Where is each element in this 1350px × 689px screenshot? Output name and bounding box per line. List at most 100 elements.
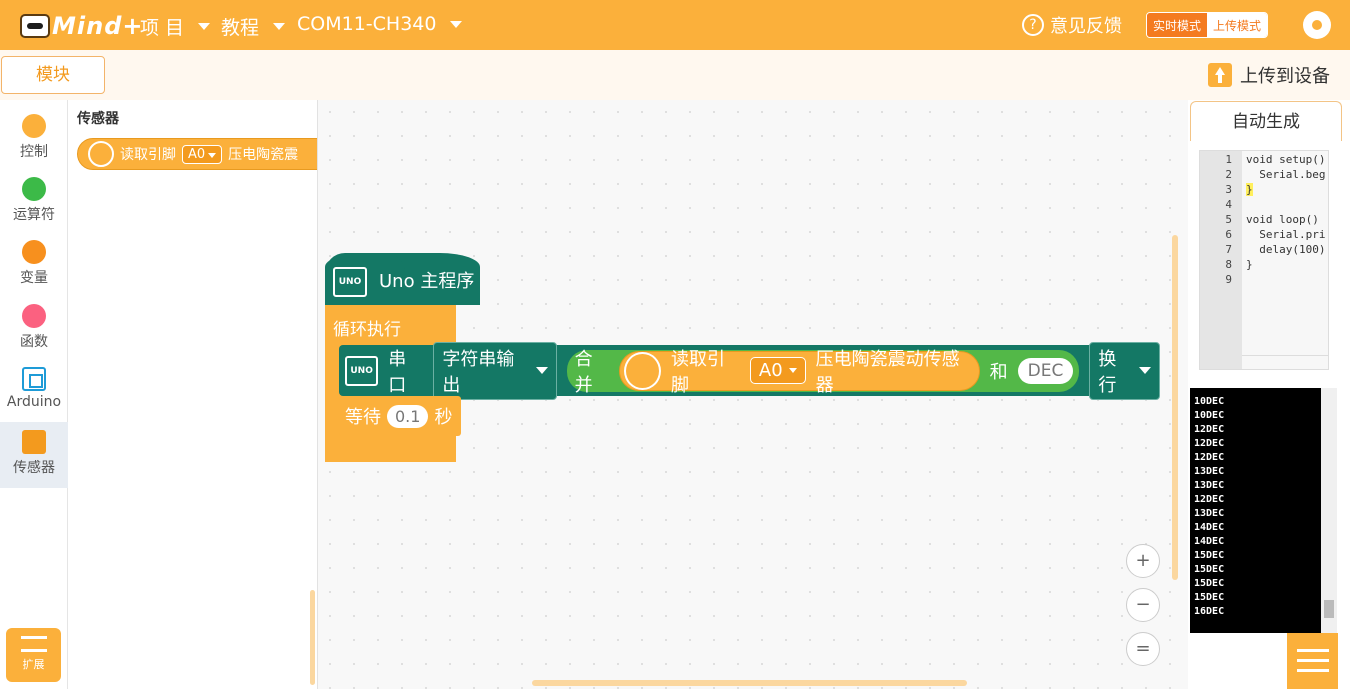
serial-mode-dropdown[interactable]: 字符串输出 — [433, 341, 557, 400]
chevron-down-icon — [788, 368, 797, 373]
console-line: 15DEC — [1194, 564, 1225, 575]
console-line: 13DEC — [1194, 480, 1225, 491]
newline-value: 换行 — [1098, 348, 1117, 396]
merge-block[interactable]: 合并 读取引脚 A0 压电陶瓷震动传感器 和 DEC — [566, 349, 1080, 396]
flyout-title: 传感器 — [77, 111, 119, 127]
console-scroll-thumb[interactable] — [1324, 600, 1334, 618]
category-variables[interactable]: 变量 — [0, 230, 68, 292]
uno-main-program-block[interactable]: UNO Uno 主程序 — [325, 253, 480, 305]
gear-icon[interactable] — [1303, 11, 1331, 39]
tab-blocks[interactable]: 模块 — [1, 56, 105, 94]
console-line: 12DEC — [1194, 438, 1225, 449]
menu-project-label: 项 目 — [140, 17, 185, 39]
line-number: 2 — [1225, 168, 1232, 181]
wait-block[interactable]: 等待 0.1 秒 — [339, 396, 461, 436]
newline-dropdown[interactable]: 换行 — [1089, 341, 1160, 400]
code-text: } — [1246, 183, 1253, 196]
console-scrollbar[interactable] — [1321, 388, 1337, 633]
code-text: Serial.beg — [1246, 168, 1326, 181]
menu-bar — [1297, 649, 1329, 652]
mode-realtime-button[interactable]: 实时模式 — [1147, 13, 1208, 37]
zoom-out-button[interactable]: − — [1126, 588, 1160, 622]
console-line: 16DEC — [1194, 606, 1225, 617]
chevron-down-icon — [450, 20, 463, 28]
loop-label: 循环执行 — [333, 320, 401, 340]
feedback-button[interactable]: ? 意见反馈 — [1022, 12, 1122, 38]
line-number: 5 — [1225, 213, 1232, 226]
wait-seconds-input[interactable]: 0.1 — [387, 404, 429, 428]
workspace-vertical-scrollbar[interactable] — [1172, 235, 1178, 580]
line-number: 3 — [1225, 183, 1232, 196]
question-icon: ? — [1022, 14, 1044, 36]
zoom-reset-button[interactable]: = — [1126, 632, 1160, 666]
serial-print-block[interactable]: UNO 串口 字符串输出 合并 读取引脚 A0 压电陶瓷震动传感器 和 DEC … — [339, 341, 1160, 400]
category-control[interactable]: 控制 — [0, 104, 68, 166]
hamburger-menu-icon[interactable] — [1287, 633, 1338, 689]
chip-icon — [22, 367, 46, 391]
console-line: 15DEC — [1194, 550, 1225, 561]
block-flyout: 传感器 读取引脚 A0 压电陶瓷震 — [68, 100, 318, 689]
workspace-horizontal-scrollbar[interactable] — [532, 680, 967, 686]
console-line: 10DEC — [1194, 396, 1225, 407]
console-line: 15DEC — [1194, 578, 1225, 589]
category-sidebar: 控制 运算符 变量 函数 Arduino 传感器 — [0, 100, 68, 689]
mode-upload-button[interactable]: 上传模式 — [1207, 13, 1268, 37]
logo-text: Mind+ — [52, 12, 144, 40]
read-label: 读取引脚 — [671, 348, 725, 396]
read-pin-block[interactable]: 读取引脚 A0 压电陶瓷震动传感器 — [619, 349, 980, 396]
console-line: 12DEC — [1194, 494, 1225, 505]
dec-input[interactable]: DEC — [1017, 357, 1074, 384]
extension-icon — [20, 636, 47, 652]
feedback-label: 意见反馈 — [1050, 16, 1122, 37]
menu-port[interactable]: COM11-CH340 — [297, 13, 463, 35]
upload-to-device-button[interactable]: 上传到设备 — [1208, 62, 1330, 88]
chevron-down-icon — [273, 23, 286, 30]
console-line: 14DEC — [1194, 522, 1225, 533]
menu-tutorial-label: 教程 — [221, 17, 260, 39]
control-dot-icon — [22, 114, 46, 138]
console-line: 15DEC — [1194, 592, 1225, 603]
zoom-in-button[interactable]: + — [1126, 544, 1160, 578]
robot-logo-icon — [20, 14, 50, 38]
hat-label: Uno 主程序 — [379, 271, 475, 292]
touch-hand-icon — [624, 351, 661, 390]
uno-board-icon: UNO — [333, 267, 367, 297]
code-horizontal-scrollbar[interactable] — [1242, 355, 1328, 369]
code-editor[interactable]: 1 void setup() 2 Serial.beg 3} 4 5 void lo… — [1199, 150, 1329, 370]
menu-tutorial[interactable]: 教程 — [221, 13, 286, 40]
line-number: 9 — [1225, 273, 1232, 286]
category-arduino[interactable]: Arduino — [0, 357, 68, 419]
menu-port-label: COM11-CH340 — [297, 13, 437, 35]
chevron-down-icon — [1138, 367, 1151, 374]
category-label: 函数 — [20, 334, 48, 350]
mode-toggle: 实时模式 上传模式 — [1146, 12, 1269, 38]
flyout-sensor-label: 压电陶瓷震 — [228, 147, 299, 163]
menu-bar — [1297, 669, 1329, 672]
pin-dropdown[interactable]: A0 — [749, 357, 806, 384]
tab-auto-generate[interactable]: 自动生成 — [1190, 101, 1342, 141]
category-label: 传感器 — [13, 460, 55, 476]
flyout-scrollbar[interactable] — [310, 590, 315, 685]
line-number: 8 — [1225, 258, 1232, 271]
mindplus-logo[interactable]: Mind+ — [18, 8, 142, 44]
wait-unit: 秒 — [434, 407, 453, 428]
serial-label: 串口 — [388, 348, 407, 396]
sensor-label: 压电陶瓷震动传感器 — [815, 348, 960, 396]
category-label: 控制 — [20, 144, 48, 160]
sensor-icon — [22, 430, 46, 454]
menu-project[interactable]: 项 目 — [140, 13, 211, 40]
category-operators[interactable]: 运算符 — [0, 167, 68, 229]
pin-value: A0 — [758, 360, 783, 381]
line-number: 1 — [1225, 153, 1232, 166]
code-text: void loop() — [1246, 213, 1319, 226]
flyout-read-pin-block[interactable]: 读取引脚 A0 压电陶瓷震 — [77, 138, 317, 170]
functions-dot-icon — [22, 304, 46, 328]
code-text: void setup() — [1246, 153, 1326, 166]
flyout-pin-dropdown[interactable]: A0 — [182, 144, 223, 164]
serial-mode-value: 字符串输出 — [442, 348, 515, 396]
category-sensors[interactable]: 传感器 — [0, 422, 68, 488]
code-text: Serial.pri — [1246, 228, 1326, 241]
extension-button[interactable]: 扩展 — [6, 628, 61, 682]
category-functions[interactable]: 函数 — [0, 294, 68, 356]
console-line: 12DEC — [1194, 424, 1225, 435]
